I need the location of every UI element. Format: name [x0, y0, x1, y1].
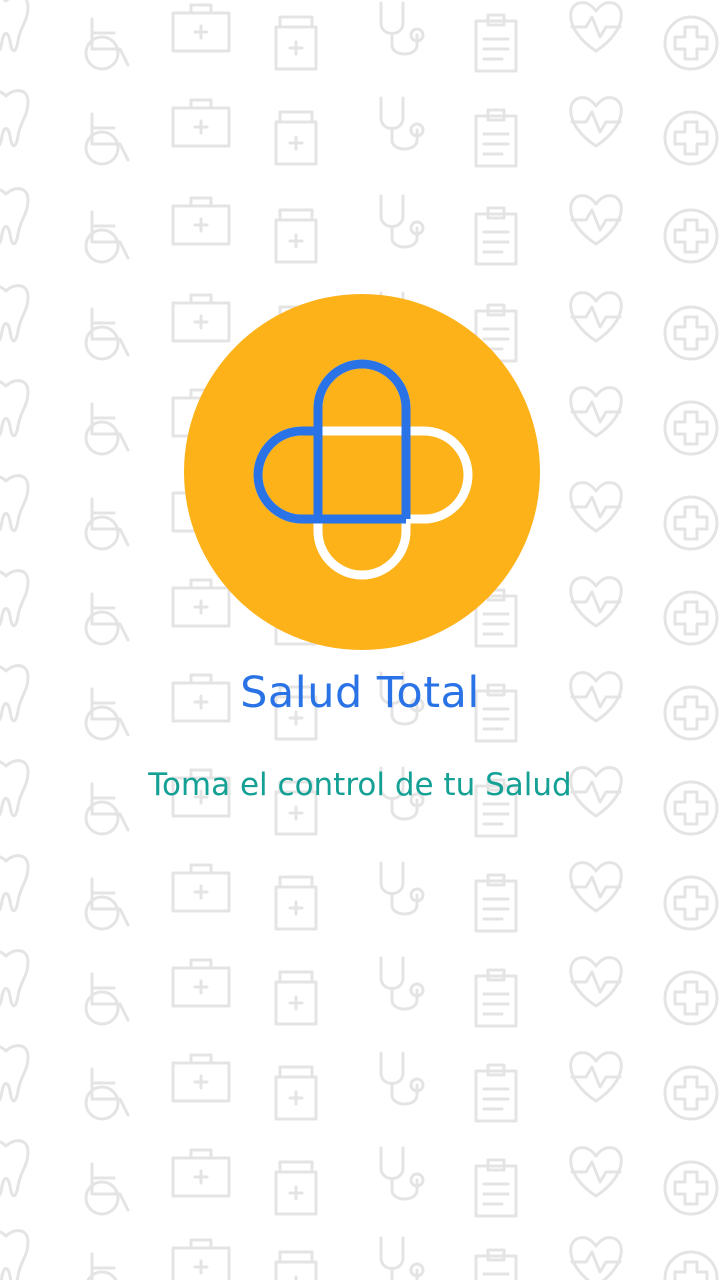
medicine-bottle-icon — [274, 110, 318, 166]
tooth-icon — [0, 187, 30, 246]
medical-cross-icon — [663, 400, 719, 456]
stethoscope-icon — [379, 1236, 425, 1280]
wheelchair-icon — [84, 112, 130, 166]
heart-pulse-icon — [569, 96, 623, 148]
tooth-icon — [0, 569, 30, 628]
wheelchair-icon — [84, 877, 130, 931]
heart-pulse-icon — [569, 291, 623, 343]
tooth-icon — [0, 284, 30, 343]
heart-pulse-icon — [569, 956, 623, 1008]
app-tagline: Toma el control de tu Salud — [148, 767, 572, 803]
medical-cross-icon — [663, 495, 719, 551]
stethoscope-icon — [379, 1146, 425, 1201]
tooth-icon — [0, 89, 30, 148]
heart-pulse-icon — [569, 861, 623, 913]
stethoscope-icon — [379, 1, 425, 56]
clipboard-icon — [474, 873, 518, 933]
logo-circle — [184, 294, 540, 650]
wheelchair-icon — [84, 307, 130, 361]
heart-pulse-icon — [569, 1236, 623, 1280]
heart-pulse-icon — [569, 1146, 623, 1198]
tooth-icon — [0, 1044, 30, 1103]
medical-kit-icon — [171, 1148, 231, 1198]
stethoscope-icon — [379, 1051, 425, 1106]
medical-cross-icon — [663, 1160, 719, 1216]
medical-cross-icon — [663, 1065, 719, 1121]
wheelchair-icon — [84, 17, 130, 71]
tooth-icon — [0, 474, 30, 533]
app-logo — [184, 294, 540, 650]
wheelchair-icon — [84, 1162, 130, 1216]
medicine-bottle-icon — [274, 875, 318, 931]
medical-cross-icon — [663, 305, 719, 361]
heart-pulse-icon — [569, 576, 623, 628]
clipboard-icon — [474, 1248, 518, 1280]
wheelchair-icon — [84, 402, 130, 456]
medical-cross-icon — [663, 875, 719, 931]
medical-cross-icon — [663, 15, 719, 71]
stethoscope-icon — [379, 96, 425, 151]
wheelchair-icon — [84, 972, 130, 1026]
medical-kit-icon — [171, 958, 231, 1008]
heart-pulse-icon — [569, 1051, 623, 1103]
wheelchair-icon — [84, 592, 130, 646]
medical-kit-icon — [171, 196, 231, 246]
wheelchair-icon — [84, 1067, 130, 1121]
medicine-bottle-icon — [274, 15, 318, 71]
stethoscope-icon — [379, 956, 425, 1011]
medicine-bottle-icon — [274, 1160, 318, 1216]
clipboard-icon — [474, 108, 518, 168]
medicine-bottle-icon — [274, 1250, 318, 1280]
stethoscope-icon — [379, 861, 425, 916]
tooth-icon — [0, 379, 30, 438]
medical-cross-icon — [663, 110, 719, 166]
medical-cross-icon — [663, 208, 719, 264]
wheelchair-icon — [84, 210, 130, 264]
app-title: Salud Total — [240, 668, 480, 718]
medical-cross-icon — [663, 1250, 719, 1280]
tooth-icon — [0, 0, 30, 53]
medical-cross-icon — [663, 590, 719, 646]
heart-pulse-icon — [569, 481, 623, 533]
medical-kit-icon — [171, 98, 231, 148]
medical-kit-icon — [171, 1053, 231, 1103]
medicine-bottle-icon — [274, 1065, 318, 1121]
heart-pulse-icon — [569, 1, 623, 53]
medical-kit-icon — [171, 1238, 231, 1280]
clipboard-icon — [474, 1158, 518, 1218]
medicine-bottle-icon — [274, 208, 318, 264]
clipboard-icon — [474, 1063, 518, 1123]
wheelchair-icon — [86, 1252, 118, 1280]
medicine-bottle-icon — [274, 970, 318, 1026]
medical-cross-icon — [663, 970, 719, 1026]
medical-kit-icon — [171, 863, 231, 913]
wheelchair-icon — [84, 497, 130, 551]
clipboard-icon — [474, 968, 518, 1028]
stethoscope-icon — [379, 194, 425, 249]
medical-kit-icon — [171, 3, 231, 53]
heart-pulse-icon — [569, 194, 623, 246]
tooth-icon — [0, 854, 30, 913]
tooth-icon — [0, 949, 30, 1008]
clipboard-icon — [474, 13, 518, 73]
tooth-icon — [0, 1139, 30, 1198]
heart-pulse-icon — [569, 386, 623, 438]
clipboard-icon — [474, 206, 518, 266]
tooth-icon — [0, 1229, 30, 1280]
